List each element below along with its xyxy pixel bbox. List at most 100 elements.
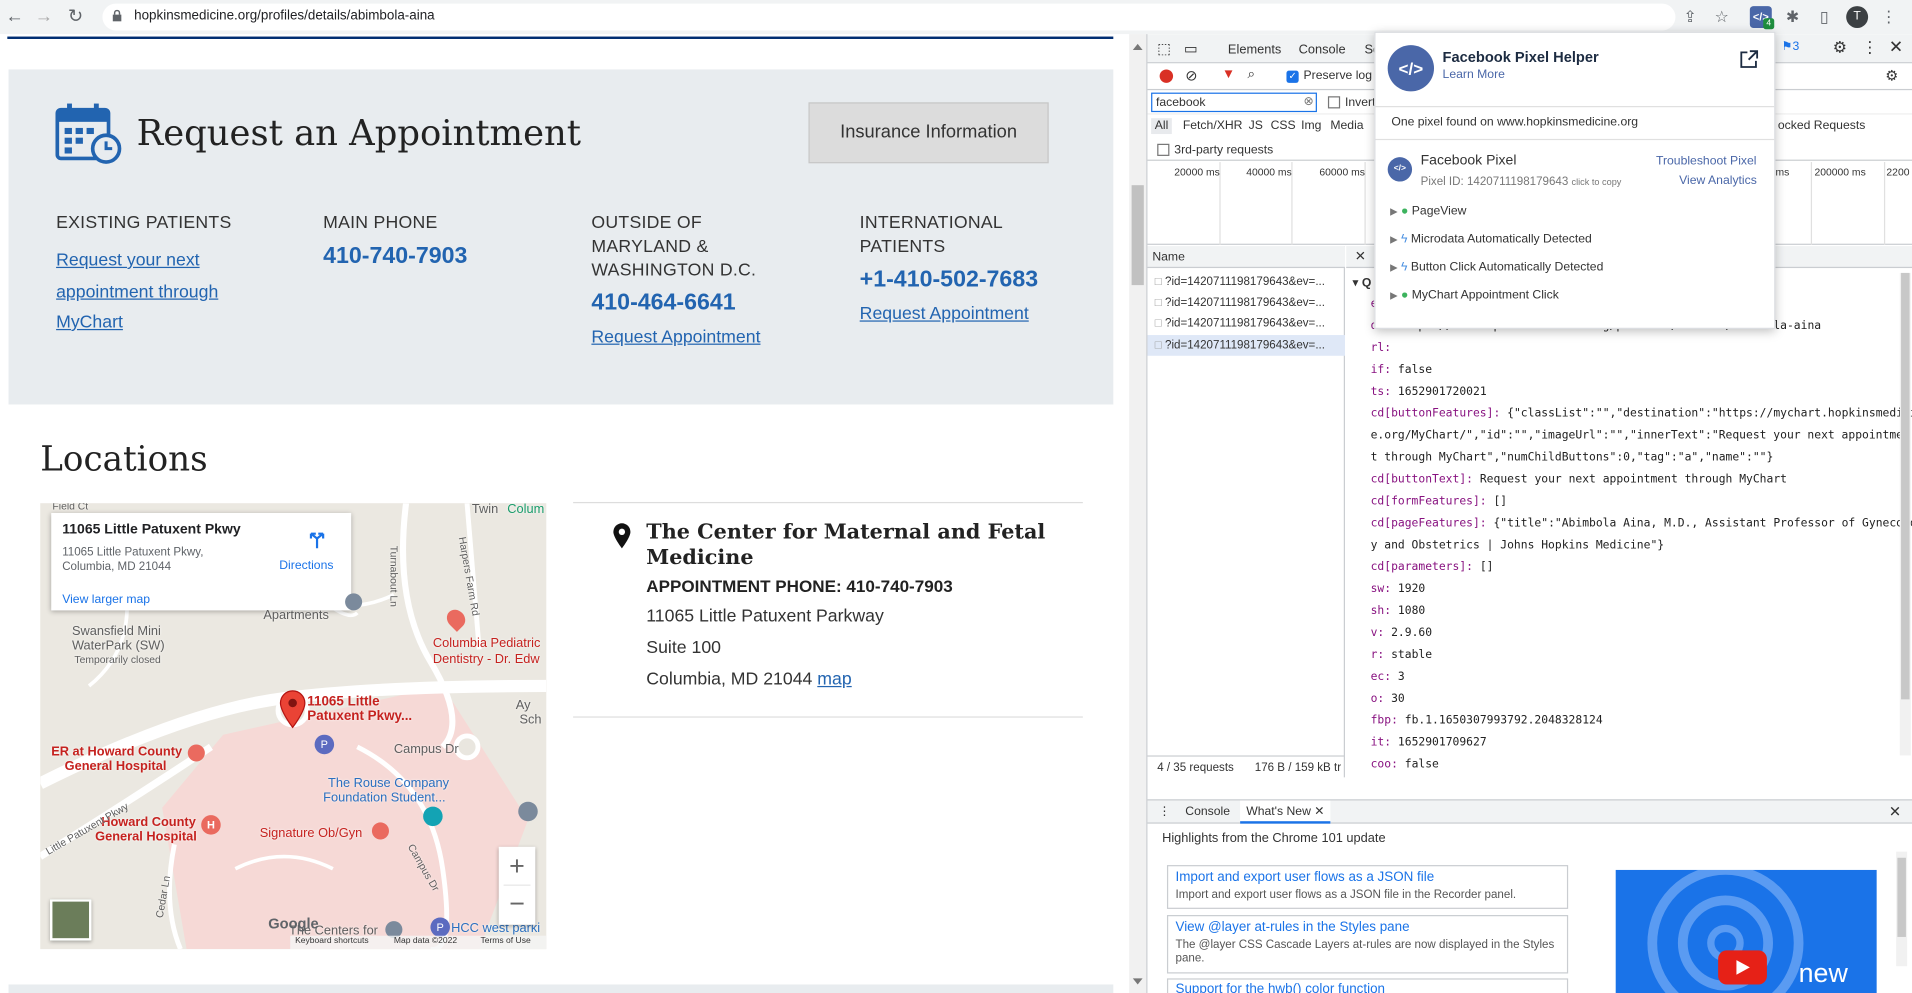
query-section-toggle[interactable]: ▾ Q (1352, 277, 1371, 290)
terms-link[interactable]: Terms of Use (480, 937, 530, 946)
outside-md-phone[interactable]: 410-464-6641 (591, 290, 735, 317)
address-line-2: Suite 100 (646, 638, 722, 658)
tab-console[interactable]: Console (1299, 43, 1346, 58)
event-row-button-click[interactable]: ▶ ϟ Button Click Automatically Detected (1390, 261, 1603, 274)
map-label: Campus Dr (393, 742, 459, 757)
third-party-checkbox[interactable] (1157, 143, 1170, 156)
record-icon[interactable] (1159, 69, 1174, 83)
drawer-tab-console[interactable]: Console (1185, 805, 1230, 818)
request-row[interactable]: □ ?id=1420711198179643&ev=... (1155, 317, 1325, 330)
issues-badge[interactable]: ⚑3 (1782, 40, 1800, 53)
drawer-scroll-thumb[interactable] (1897, 857, 1906, 937)
request-row-selected[interactable]: □ ?id=1420711198179643&ev=... (1147, 335, 1345, 356)
drawer-menu-icon[interactable]: ⋮ (1158, 805, 1170, 818)
request-row[interactable]: □ ?id=1420711198179643&ev=... (1155, 296, 1325, 309)
page-scroll-thumb[interactable] (1131, 185, 1144, 286)
forward-icon[interactable]: → (32, 5, 56, 29)
inspect-icon[interactable]: ⬚ (1157, 40, 1171, 57)
map-label: Ay (515, 698, 531, 713)
mychart-link[interactable]: Request your next appointment through My… (56, 246, 218, 339)
open-external-icon[interactable] (1739, 50, 1759, 69)
home-poi-icon[interactable] (345, 593, 363, 611)
reload-icon[interactable]: ↻ (63, 5, 87, 29)
menu-kebab-icon[interactable]: ⋮ (1878, 6, 1900, 28)
view-larger-map-link[interactable]: View larger map (62, 593, 150, 606)
insurance-information-button[interactable]: Insurance Information (808, 102, 1049, 164)
news-card[interactable]: Support for the hwb() color function (1166, 978, 1569, 993)
play-button-icon[interactable] (1718, 950, 1767, 985)
address-bar[interactable]: hopkinsmedicine.org/profiles/details/abi… (102, 3, 1676, 31)
clinic-poi-icon[interactable] (371, 822, 389, 840)
share-icon[interactable]: ⇪ (1679, 6, 1701, 28)
param-key: cd[formFeatures]: (1370, 494, 1487, 509)
pixel-id-row[interactable]: Pixel ID: 1420711198179643 click to copy (1421, 175, 1622, 188)
side-panel-icon[interactable]: ▯ (1813, 6, 1835, 28)
directions-icon[interactable] (307, 530, 327, 549)
parking-poi-icon[interactable]: P (314, 734, 335, 755)
extensions-puzzle-icon[interactable]: ✱ (1782, 6, 1804, 28)
filter-js[interactable]: JS (1249, 119, 1263, 132)
scroll-down-arrow-icon[interactable] (1132, 978, 1143, 985)
preserve-log-checkbox[interactable]: ✓ (1286, 70, 1299, 83)
clear-filter-icon[interactable]: ⊗ (1304, 95, 1314, 108)
troubleshoot-pixel-link[interactable]: Troubleshoot Pixel (1656, 155, 1757, 168)
devtools-close-icon[interactable]: ✕ (1889, 37, 1903, 58)
location-pin-icon[interactable] (279, 690, 306, 729)
news-card[interactable]: View @layer at-rules in the Styles pane … (1166, 915, 1569, 974)
network-settings-icon[interactable]: ⚙ (1885, 67, 1898, 84)
drawer-tab-whats-new[interactable]: What's New ✕ (1240, 800, 1331, 824)
clear-icon[interactable]: ⊘ (1185, 67, 1197, 84)
view-analytics-link[interactable]: View Analytics (1679, 174, 1757, 187)
filter-fetch-xhr[interactable]: Fetch/XHR (1183, 119, 1243, 132)
international-request-link[interactable]: Request Appointment (860, 300, 1029, 331)
filter-img[interactable]: Img (1301, 119, 1321, 132)
filter-input[interactable]: facebook ⊗ (1151, 92, 1317, 113)
drawer-scrollbar[interactable] (1896, 851, 1908, 967)
main-phone-number[interactable]: 410-740-7903 (323, 244, 467, 271)
drawer-close-icon[interactable]: ✕ (1889, 803, 1901, 820)
param-value: 1080 (1397, 604, 1426, 618)
directions-link[interactable]: Directions (279, 559, 333, 572)
scroll-up-arrow-icon[interactable] (1132, 43, 1143, 50)
name-column-header[interactable]: Name (1147, 246, 1345, 269)
request-row[interactable]: □ ?id=1420711198179643&ev=... (1155, 275, 1325, 288)
back-icon[interactable]: ← (2, 5, 26, 29)
location-map[interactable]: 11065 Little Patuxent Pkwy 11065 Little … (40, 503, 547, 950)
search-icon[interactable]: ⌕ (1247, 67, 1255, 83)
preserve-log-label: Preserve log (1303, 69, 1372, 83)
keyboard-shortcuts-link[interactable]: Keyboard shortcuts (295, 937, 369, 946)
international-phone[interactable]: +1-410-502-7683 (860, 267, 1038, 294)
zoom-out-button[interactable]: − (499, 886, 536, 924)
news-card[interactable]: Import and export user flows as a JSON f… (1166, 865, 1569, 909)
details-scrollbar[interactable] (1899, 272, 1911, 756)
request-appointment-link[interactable]: Request Appointment (591, 323, 760, 354)
attraction-poi-icon[interactable] (423, 806, 443, 827)
event-row-pageview[interactable]: ▶ ● PageView (1390, 205, 1466, 218)
bookmark-star-icon[interactable]: ☆ (1711, 6, 1733, 28)
settings-gear-icon[interactable]: ⚙ (1833, 38, 1847, 57)
hospital-h-icon[interactable]: H (201, 815, 221, 835)
details-close-icon[interactable]: ✕ (1355, 249, 1366, 265)
map-link[interactable]: map (817, 670, 851, 689)
filter-icon[interactable]: ▼ (1222, 67, 1235, 82)
avatar[interactable]: T (1846, 6, 1869, 29)
pixel-helper-popup: </> Facebook Pixel Helper Learn More One… (1374, 31, 1776, 329)
learn-more-link[interactable]: Learn More (1443, 68, 1505, 81)
invert-checkbox[interactable] (1327, 96, 1341, 109)
satellite-toggle[interactable] (49, 899, 92, 941)
filter-all[interactable]: All (1151, 118, 1172, 135)
parking-poi-icon[interactable]: P (430, 917, 450, 937)
details-scroll-thumb[interactable] (1901, 272, 1910, 700)
page-scrollbar[interactable] (1129, 34, 1147, 993)
event-row-microdata[interactable]: ▶ ϟ Microdata Automatically Detected (1390, 233, 1592, 246)
tab-elements[interactable]: Elements (1228, 43, 1281, 58)
event-row-mychart[interactable]: ▶ ● MyChart Appointment Click (1390, 289, 1559, 302)
school-poi-icon[interactable] (518, 801, 538, 822)
hospital-poi-icon[interactable] (187, 744, 205, 762)
zoom-in-button[interactable]: + (499, 847, 536, 885)
filter-media[interactable]: Media (1330, 119, 1363, 132)
filter-css[interactable]: CSS (1271, 119, 1296, 132)
chrome-update-promo[interactable]: new (1615, 869, 1877, 993)
devtools-menu-icon[interactable]: ⋮ (1862, 38, 1878, 57)
device-toggle-icon[interactable]: ▭ (1184, 40, 1198, 57)
